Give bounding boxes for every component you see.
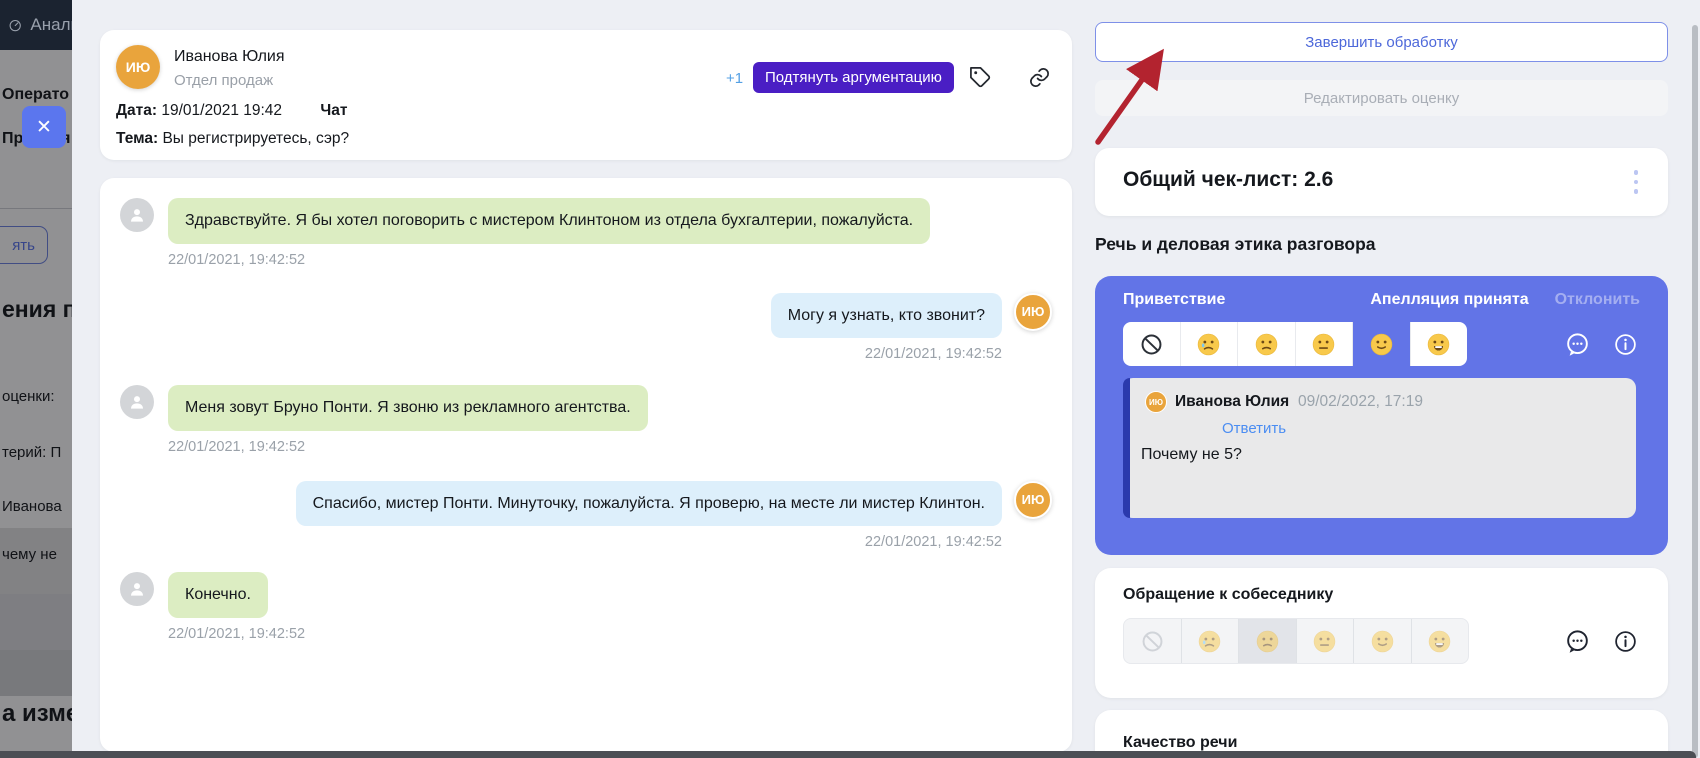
chat-message-client: Конечно. [120,572,1052,618]
chat-message-operator: Могу я узнать, кто звонит? ИЮ [120,293,1052,339]
rating-cell-good[interactable] [1352,322,1410,366]
close-modal-button[interactable]: ✕ [22,106,66,148]
person-icon [127,392,147,412]
tag-badge[interactable]: Подтянуть аргументацию [753,62,954,93]
decline-appeal-button[interactable]: Отклонить [1555,291,1640,309]
comment-icon[interactable] [1564,628,1591,655]
avatar: ИЮ [116,45,160,89]
appeal-status: Апелляция принята [1370,291,1528,309]
message-timestamp: 22/01/2021, 19:42:52 [168,252,1052,268]
comment-text: Почему не 5? [1141,446,1242,464]
finish-processing-button[interactable]: Завершить обработку [1095,22,1668,62]
rating-cell-very-bad[interactable] [1181,619,1239,663]
conversation-header-card: ИЮ Иванова Юлия Отдел продаж Дата: 19/01… [100,30,1072,160]
comment-datetime: 09/02/2022, 17:19 [1298,393,1423,411]
modal-dim-overlay [0,50,72,758]
criterion-card-greeting: Приветствие Апелляция принята Отклонить … [1095,276,1668,555]
rating-cell-neutral[interactable] [1296,619,1354,663]
background-window-edge [0,751,1696,758]
criterion-name: Качество речи [1123,734,1640,752]
comment-icon[interactable] [1564,331,1591,358]
rating-cell-no-score[interactable] [1124,619,1181,663]
topic-label: Тема: [116,130,158,147]
message-bubble: Меня зовут Бруно Понти. Я звоню из рекла… [168,385,648,431]
criterion-card-addressing: Обращение к собеседнику [1095,568,1668,698]
message-bubble: Здравствуйте. Я бы хотел поговорить с ми… [168,198,930,244]
background-topbar: Анали [0,0,72,50]
chat-message-operator: Спасибо, мистер Понти. Минуточку, пожалу… [120,481,1052,527]
message-timestamp: 22/01/2021, 19:42:52 [120,534,1002,550]
conversation-date-row: Дата: 19/01/2021 19:42 Чат [116,102,347,120]
conversation-topic-row: Тема: Вы регистрируетесь, сэр? [116,130,349,148]
message-timestamp: 22/01/2021, 19:42:52 [168,626,1052,642]
operator-name: Иванова Юлия [174,48,285,66]
comment-accent-bar [1123,378,1130,518]
comment-avatar: ИЮ [1145,391,1167,413]
rating-cell-bad[interactable] [1237,322,1295,366]
rating-scale [1123,618,1469,664]
reply-button[interactable]: Ответить [1222,420,1286,437]
chat-message-client: Здравствуйте. Я бы хотел поговорить с ми… [120,198,1052,244]
screen: Анали Операто Проверя ять ения п оценки:… [0,0,1700,758]
date-label: Дата: [116,102,157,119]
operator-avatar: ИЮ [1014,293,1052,331]
channel-label: Чат [320,102,347,119]
date-value: 19/01/2021 19:42 [161,102,282,119]
message-timestamp: 22/01/2021, 19:42:52 [168,439,1052,455]
rating-cell-bad[interactable] [1238,619,1296,663]
chat-transcript-card: Здравствуйте. Я бы хотел поговорить с ми… [100,178,1072,752]
topic-value: Вы регистрируетесь, сэр? [162,130,349,147]
section-title: Речь и деловая этика разговора [1095,234,1376,255]
person-icon [127,205,147,225]
rating-scale [1123,322,1467,366]
message-bubble: Могу я узнать, кто звонит? [771,293,1002,339]
message-timestamp: 22/01/2021, 19:42:52 [120,346,1002,362]
gauge-icon [8,15,22,35]
client-avatar [120,385,154,419]
close-icon: ✕ [36,116,52,139]
chat-message-client: Меня зовут Бруно Понти. Я звоню из рекла… [120,385,1052,431]
operator-avatar: ИЮ [1014,481,1052,519]
evaluation-modal: ИЮ Иванова Юлия Отдел продаж Дата: 19/01… [72,0,1700,758]
kebab-menu-icon[interactable] [1628,166,1644,198]
rating-cell-excellent[interactable] [1411,619,1469,663]
rating-cell-good[interactable] [1353,619,1411,663]
rating-cell-excellent[interactable] [1410,322,1468,366]
tag-icon[interactable] [969,66,992,89]
operator-department: Отдел продаж [174,72,273,89]
client-avatar [120,198,154,232]
rating-cell-very-bad[interactable] [1180,322,1238,366]
appeal-comment: ИЮ Иванова Юлия 09/02/2022, 17:19 Ответи… [1123,378,1636,518]
panel-scrollbar[interactable] [1692,25,1698,758]
rating-cell-neutral[interactable] [1295,322,1353,366]
link-icon[interactable] [1028,66,1051,89]
info-icon[interactable] [1613,332,1638,357]
client-avatar [120,572,154,606]
edit-score-button[interactable]: Редактировать оценку [1095,80,1668,116]
info-icon[interactable] [1613,629,1638,654]
checklist-score-card: Общий чек-лист: 2.6 [1095,148,1668,216]
background-app-title: Анали [30,15,72,35]
rating-cell-no-score[interactable] [1123,322,1180,366]
criterion-name: Приветствие [1123,291,1225,309]
person-icon [127,579,147,599]
comment-author: Иванова Юлия [1175,393,1289,411]
message-bubble: Спасибо, мистер Понти. Минуточку, пожалу… [296,481,1002,527]
more-tags-counter[interactable]: +1 [726,70,743,87]
message-bubble: Конечно. [168,572,268,618]
criterion-name: Обращение к собеседнику [1123,586,1640,604]
checklist-score-title: Общий чек-лист: 2.6 [1123,168,1333,192]
